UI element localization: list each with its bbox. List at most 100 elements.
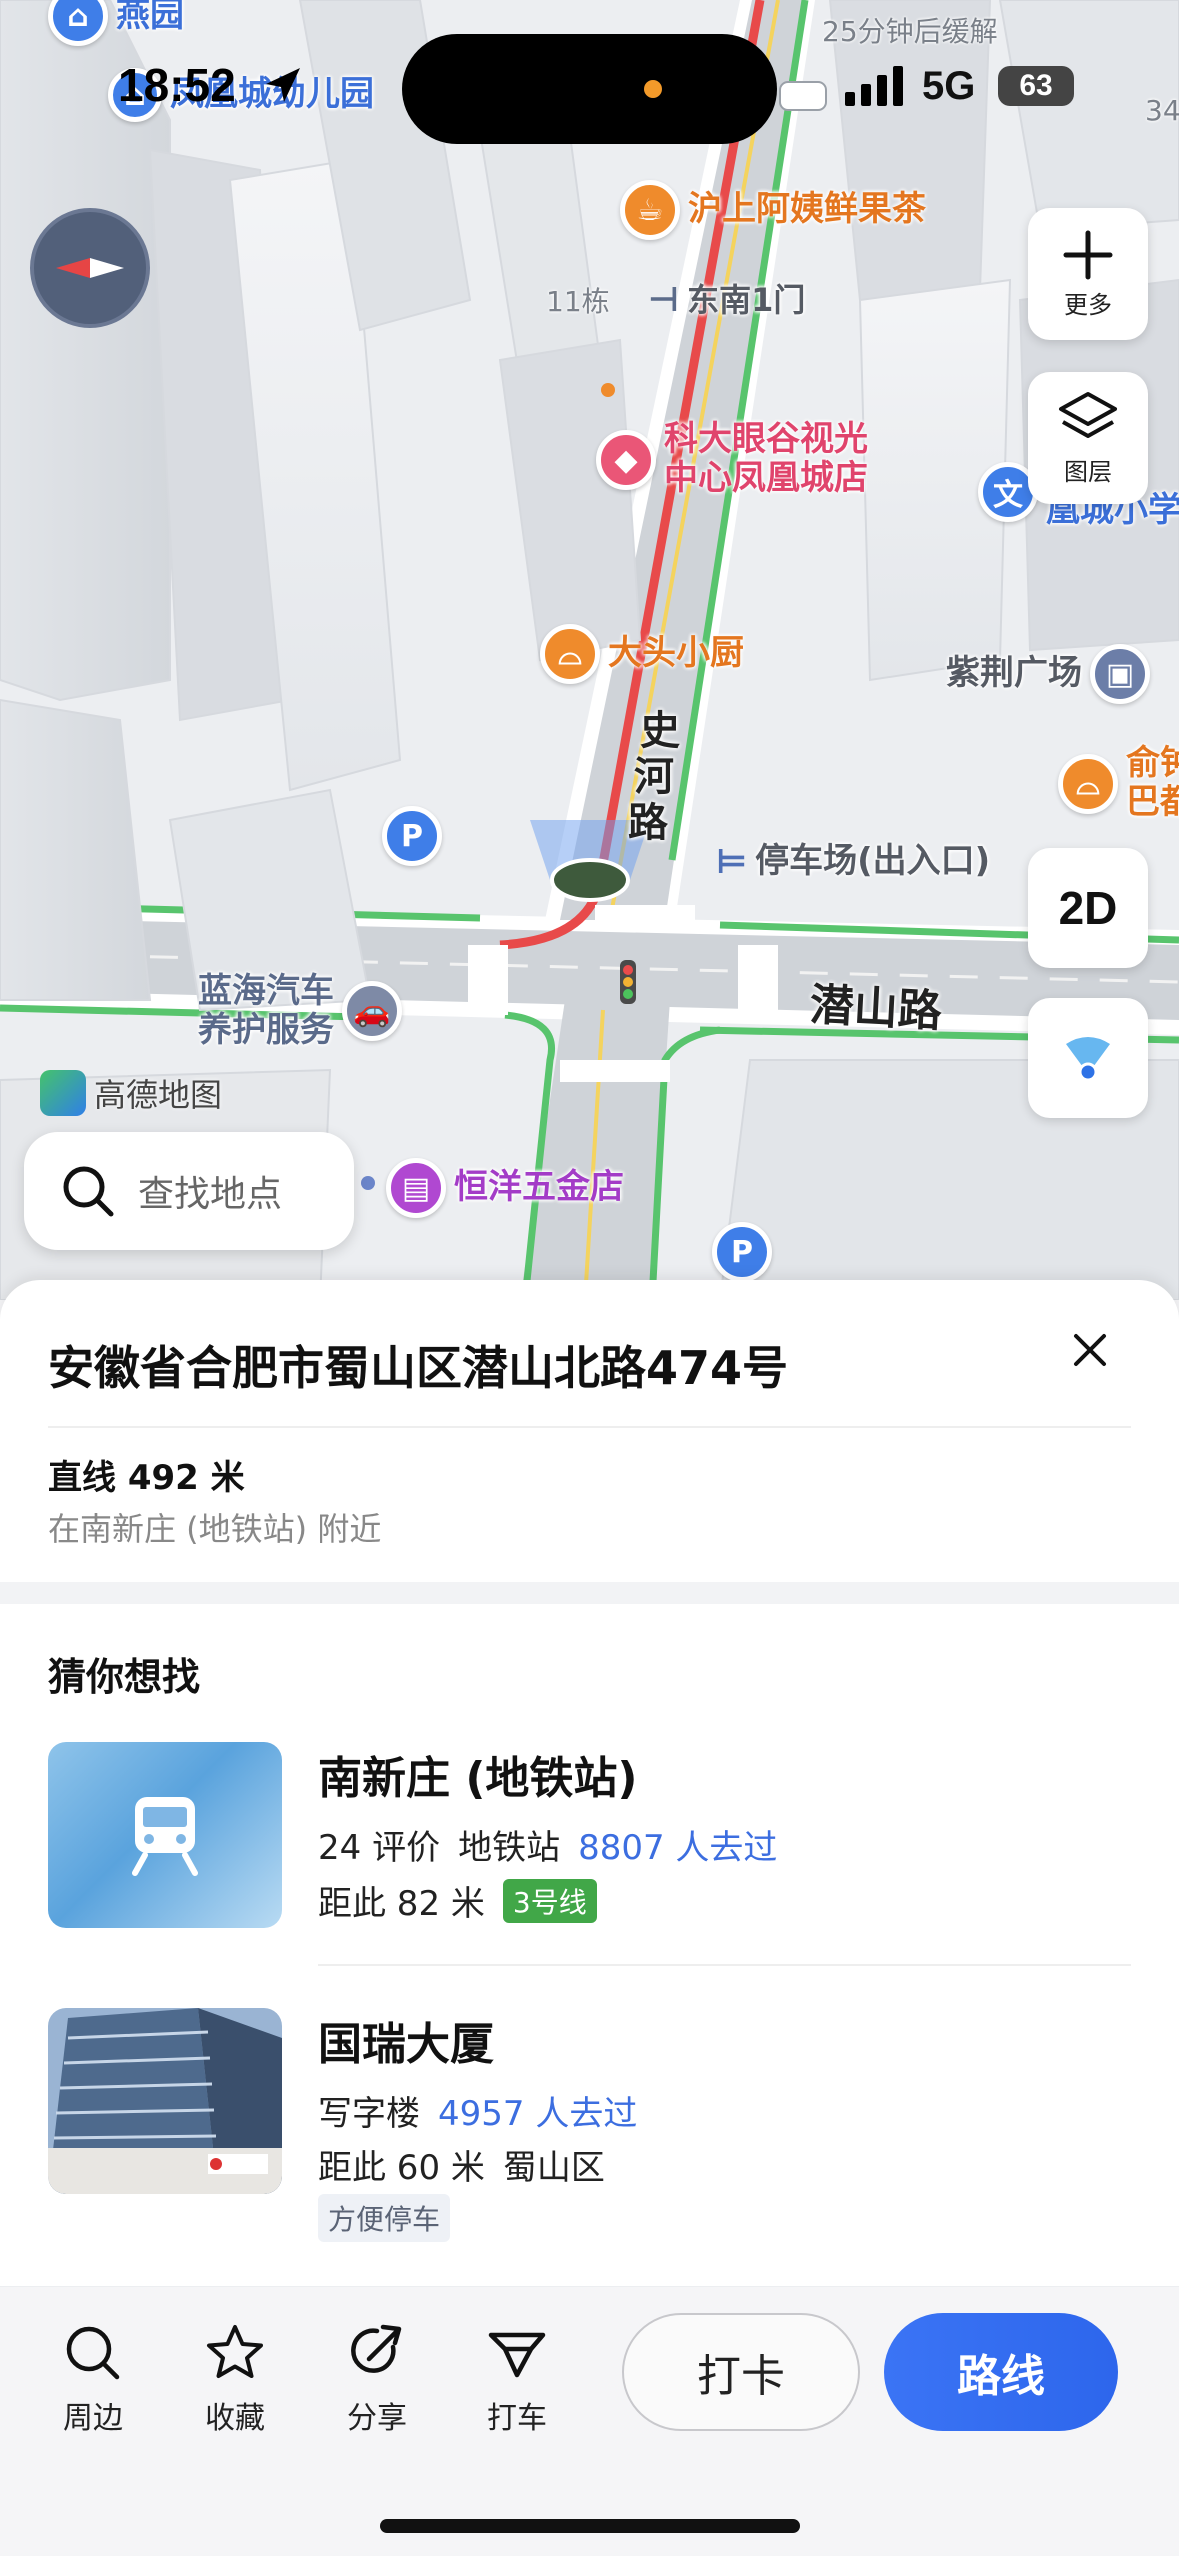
poi-eye-center-line2: 中心凤凰城店 — [664, 458, 868, 499]
result-tags: 方便停车 — [318, 2194, 451, 2242]
favorite-button[interactable]: 收藏 — [180, 2323, 290, 2437]
building-photo — [48, 2008, 282, 2194]
result-meta: 写字楼 4957 人去过 — [318, 2086, 637, 2135]
search-icon — [66, 2326, 120, 2380]
parking-icon: P — [712, 1222, 772, 1282]
battery-indicator: 63 — [998, 66, 1074, 106]
locate-button[interactable] — [1028, 998, 1148, 1118]
location-beacon-icon — [1066, 1037, 1110, 1082]
section-divider — [0, 1582, 1179, 1604]
shop-icon: ▤ — [386, 1158, 446, 1218]
share-label: 分享 — [347, 2401, 407, 2436]
guess-section-title: 猜你想找 — [48, 1655, 201, 1699]
signal-icon — [845, 66, 903, 106]
poi-eye-center-line1: 科大眼谷视光 — [664, 419, 868, 459]
status-bar: 18:52 5G 63 — [0, 0, 1179, 150]
poi-food[interactable]: ⌓ 俞钟 巴都 — [1058, 743, 1179, 823]
poi-restaurant[interactable]: ⌓ 大头小厨 — [540, 624, 744, 684]
nearby-label: 周边 — [63, 2401, 123, 2436]
road-name-qianshan: 潜山路 — [808, 979, 944, 1038]
home-indicator — [380, 2519, 800, 2533]
result-area: 蜀山区 — [502, 2148, 605, 2188]
view-mode-label: 2D — [1058, 882, 1118, 934]
result-reviews: 24 评价 — [318, 1828, 441, 1868]
result-card[interactable]: 国瑞大厦 写字楼 4957 人去过 距此 60 米 蜀山区 方便停车 — [48, 2008, 1131, 2248]
favorite-label: 收藏 — [205, 2401, 265, 2436]
gate-icon: ⊣ — [648, 280, 680, 320]
bowl-icon: ⌓ — [1058, 754, 1118, 814]
result-category: 地铁站 — [458, 1828, 561, 1868]
taxi-button[interactable]: 打车 — [462, 2323, 572, 2437]
poi-food-line2: 巴都 — [1126, 782, 1179, 823]
share-button[interactable]: 分享 — [322, 2323, 432, 2437]
road-name-shihe-3: 路 — [628, 800, 668, 846]
dynamic-island — [402, 34, 777, 144]
poi-auto-service-line1: 蓝海汽车 — [198, 971, 334, 1011]
taxi-label: 打车 — [487, 2401, 547, 2436]
nearby-landmark: 在南新庄 (地铁站) 附近 — [48, 1510, 382, 1548]
poi-hardware[interactable]: ▤ 恒洋五金店 — [386, 1158, 624, 1218]
plus-icon — [1063, 230, 1113, 279]
poi-parking-2[interactable]: P — [712, 1222, 772, 1282]
poi-auto-service[interactable]: 🚗 蓝海汽车 养护服务 — [198, 971, 402, 1051]
close-icon — [1074, 1334, 1106, 1366]
car-icon: 🚗 — [342, 981, 402, 1042]
poi-parking-lot[interactable]: ⊨ 停车场(出入口) — [716, 842, 990, 882]
search-place-button[interactable]: 查找地点 — [24, 1132, 354, 1250]
poi-parking[interactable]: P — [382, 806, 442, 866]
straight-distance: 直线 492 米 — [48, 1458, 245, 1498]
poi-tea-shop[interactable]: ☕ 沪上阿姨鲜果茶 — [620, 180, 926, 240]
activity-indicator — [644, 80, 662, 98]
result-meta-2: 距此 82 米 3号线 — [318, 1876, 597, 1925]
result-distance: 距此 60 米 — [318, 2148, 485, 2188]
poi-eye-center[interactable]: ◆ 科大眼谷视光 中心凤凰城店 — [596, 419, 868, 499]
result-card[interactable]: 南新庄 (地铁站) 24 评价 地铁站 8807 人去过 距此 82 米 3号线 — [48, 1742, 1131, 1982]
route-button[interactable]: 路线 — [884, 2313, 1118, 2431]
result-meta: 24 评价 地铁站 8807 人去过 — [318, 1820, 777, 1869]
more-label: 更多 — [1064, 290, 1112, 319]
poi-southeast-gate[interactable]: ⊣ 东南1门 — [648, 280, 805, 320]
share-icon — [351, 2324, 402, 2373]
checkin-button[interactable]: 打卡 — [622, 2313, 860, 2431]
building-thumbnail — [48, 2008, 282, 2194]
amap-logo-icon — [40, 1070, 86, 1116]
restaurant-icon: ⌓ — [540, 624, 600, 684]
train-icon — [132, 1797, 198, 1876]
tag-icon: ◆ — [596, 430, 656, 490]
result-distance: 距此 82 米 — [318, 1884, 485, 1924]
subway-line-badge: 3号线 — [502, 1878, 597, 1923]
view-mode-button[interactable]: 2D — [1028, 848, 1148, 968]
place-address: 安徽省合肥市蜀山区潜山北路474号 — [48, 1341, 789, 1395]
close-button[interactable] — [1060, 1320, 1120, 1380]
result-meta-2: 距此 60 米 蜀山区 — [318, 2140, 605, 2189]
star-icon — [207, 2325, 263, 2378]
bottom-action-bar: 周边 收藏 分享 打车 打卡 路线 — [0, 2286, 1179, 2556]
result-visits: 8807 人去过 — [578, 1828, 778, 1868]
poi-food-line1: 俞钟 — [1126, 743, 1179, 783]
status-time: 18:52 — [118, 59, 236, 111]
search-icon — [63, 1166, 114, 1217]
network-type: 5G — [922, 64, 976, 108]
barrier-icon: ⊨ — [716, 842, 748, 882]
parking-icon: P — [382, 806, 442, 866]
compass-icon — [56, 258, 124, 278]
amap-logo-text: 高德地图 — [94, 1076, 223, 1114]
parking-tag: 方便停车 — [318, 2194, 451, 2242]
building-icon: ▣ — [1090, 644, 1150, 704]
map-view[interactable]: ⌂ 燕园 ⌂ 凤凰城幼儿园 25分钟后缓解 34 ☕ 沪上阿姨鲜果茶 11栋 ⊣ 东南1… — [0, 0, 1179, 1300]
subway-thumbnail — [48, 1742, 282, 1928]
layers-button[interactable]: 图层 — [1028, 372, 1148, 504]
poi-plaza[interactable]: ▣ 紫荆广场 — [946, 644, 1150, 704]
more-button[interactable]: 更多 — [1028, 208, 1148, 340]
compass-button[interactable] — [30, 208, 150, 328]
nearby-button[interactable]: 周边 — [38, 2323, 148, 2437]
search-placeholder: 查找地点 — [138, 1174, 283, 1215]
layers-label: 图层 — [1064, 457, 1112, 486]
location-arrow-icon — [266, 68, 300, 102]
taxi-icon — [488, 2332, 546, 2378]
result-name: 南新庄 (地铁站) — [318, 1753, 638, 1804]
amap-logo: 高德地图 — [40, 1070, 222, 1116]
layers-icon — [1059, 391, 1117, 438]
divider — [48, 1426, 1131, 1428]
poi-auto-service-line2: 养护服务 — [198, 1010, 334, 1051]
